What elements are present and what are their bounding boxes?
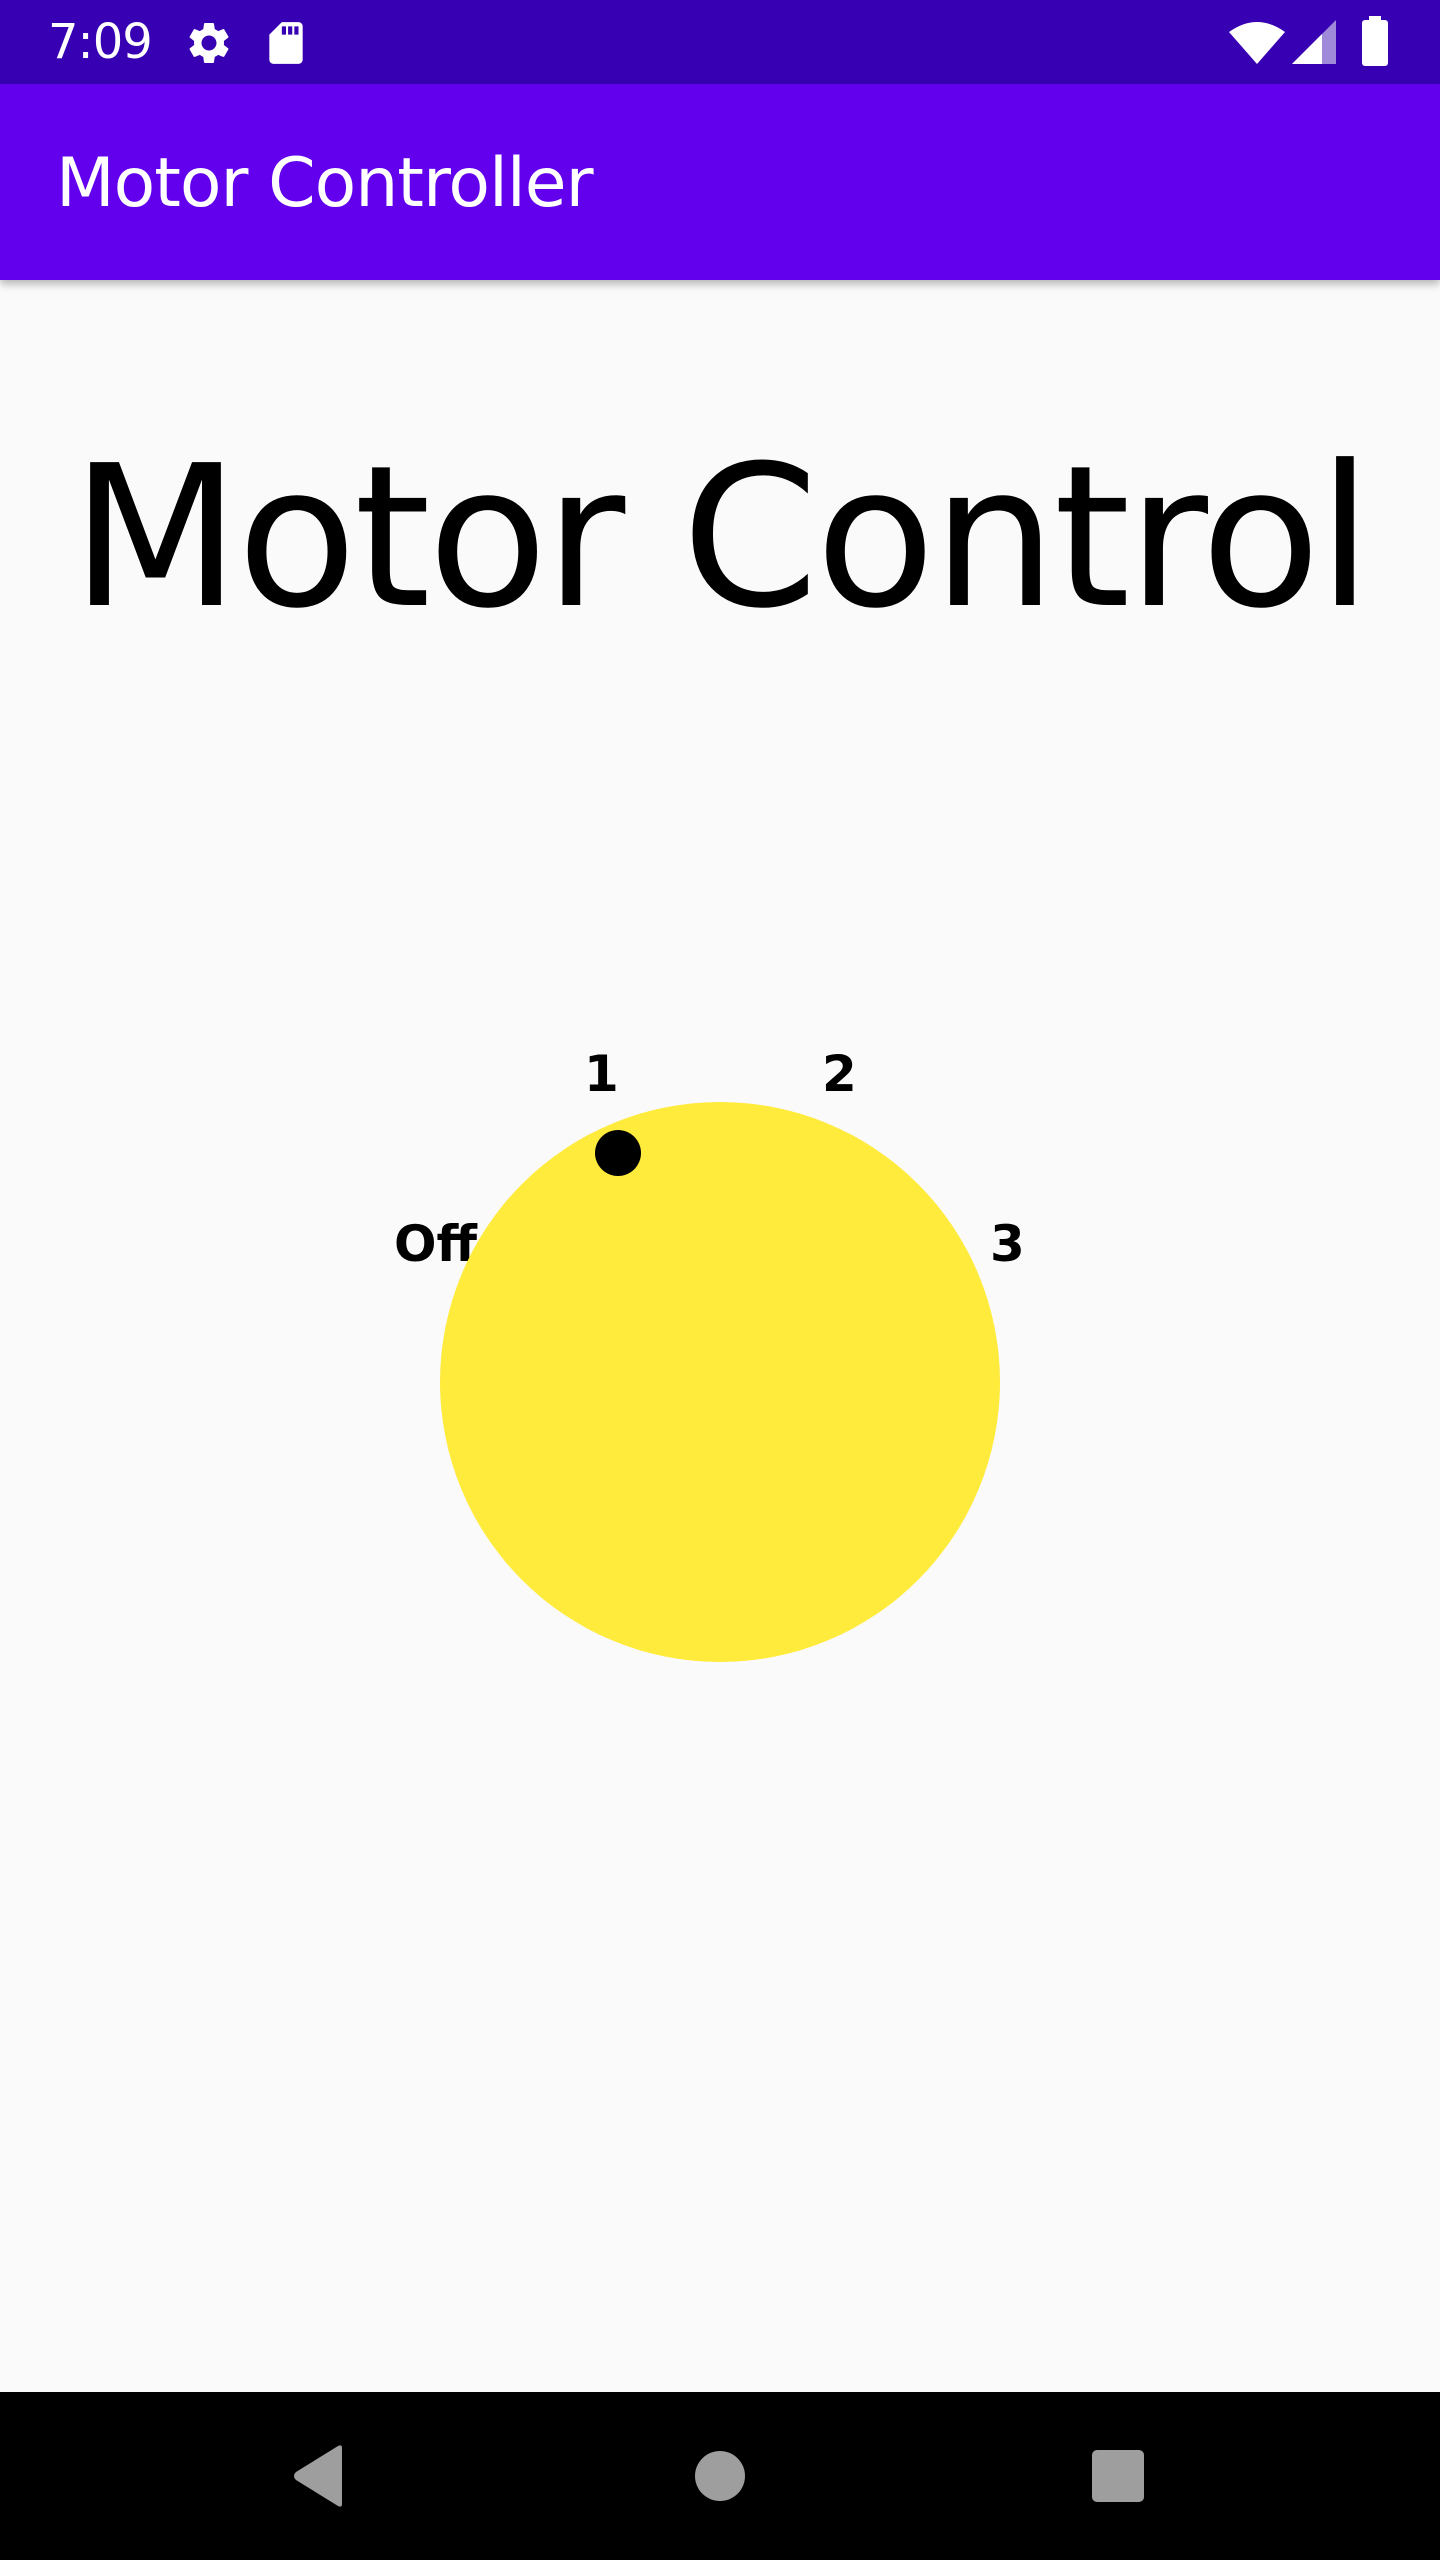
app-title: Motor Controller [56, 144, 594, 223]
wifi-icon [1228, 20, 1286, 71]
status-bar: 7:09 [0, 0, 1440, 84]
motor-dial-area: Off 1 2 3 [0, 280, 1440, 2392]
app-bar: Motor Controller [0, 84, 1440, 280]
battery-icon [1360, 16, 1390, 71]
sd-card-icon [264, 18, 308, 73]
recents-button[interactable] [1058, 2420, 1178, 2532]
home-icon [695, 2451, 745, 2501]
gear-icon [184, 18, 234, 73]
home-button[interactable] [660, 2420, 780, 2532]
cell-signal-icon [1292, 20, 1336, 69]
status-time: 7:09 [48, 14, 153, 70]
dial-label-3: 3 [990, 1215, 1025, 1273]
dial-indicator [595, 1130, 641, 1176]
dial-label-1: 1 [584, 1045, 619, 1103]
navigation-bar [0, 2392, 1440, 2560]
back-icon [294, 2445, 342, 2507]
dial-label-2: 2 [822, 1045, 857, 1103]
back-button[interactable] [258, 2420, 378, 2532]
motor-dial[interactable] [440, 1102, 1000, 1662]
recents-icon [1092, 2450, 1144, 2502]
